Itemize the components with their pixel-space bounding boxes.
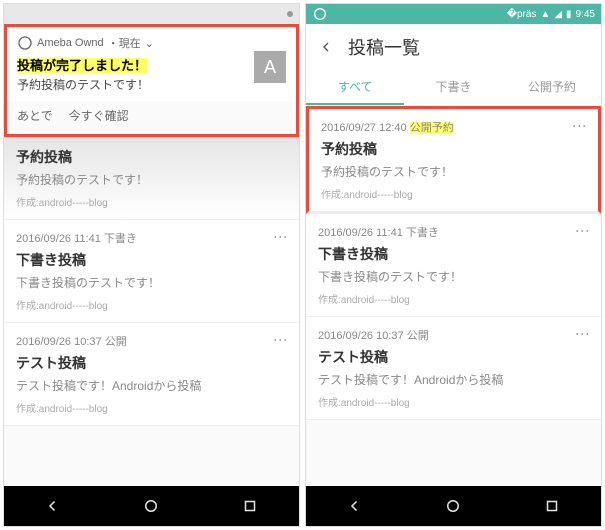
list-item[interactable]: 2016/09/26 10:37 公開 テスト投稿 テスト投稿です！Androi…	[4, 323, 299, 426]
wifi-icon: ▲	[540, 9, 550, 20]
list-item[interactable]: 2016/09/27 12:40 公開予約 予約投稿 予約投稿のテストです！ 作…	[306, 106, 601, 214]
post-body: 下書き投稿のテストです！	[318, 268, 589, 285]
action-now-button[interactable]: 今すぐ確認	[69, 107, 129, 124]
post-author: 作成:android-----blog	[318, 291, 589, 306]
post-body: 予約投稿のテストです！	[16, 171, 287, 188]
highlight-box-notification: Ameba Ownd ・現在 ⌄ 投稿が完了しました！ 予約投稿のテストです！ …	[4, 24, 299, 137]
tabs: すべて 下書き 公開予約	[306, 70, 601, 106]
status-tag: 下書き	[104, 233, 137, 245]
post-body: テスト投稿です！Androidから投稿	[318, 371, 589, 388]
list-item[interactable]: 2016/09/26 11:41 下書き 下書き投稿 下書き投稿のテストです！ …	[306, 214, 601, 317]
status-bar	[4, 4, 299, 24]
status-dot	[287, 11, 293, 17]
tab-all[interactable]: すべて	[306, 70, 404, 105]
notification-body: 予約投稿のテストです！	[17, 76, 286, 93]
status-tag: 下書き	[406, 227, 439, 239]
nav-home-icon[interactable]	[142, 497, 160, 515]
list-item[interactable]: 2016/09/26 10:37 公開 テスト投稿 テスト投稿です！Androi…	[306, 317, 601, 420]
overflow-icon[interactable]: ⋮	[572, 119, 588, 131]
post-author: 作成:android-----blog	[318, 394, 589, 409]
overflow-icon[interactable]: ⋮	[273, 230, 289, 242]
back-arrow-icon[interactable]	[318, 39, 334, 55]
post-title: 予約投稿	[321, 139, 586, 159]
post-list[interactable]: 2016/09/27 12:40 公開予約 予約投稿 予約投稿のテストです！ 作…	[306, 106, 601, 486]
post-body: 予約投稿のテストです！	[321, 163, 586, 180]
action-later-button[interactable]: あとで	[17, 107, 53, 124]
nav-recent-icon[interactable]	[241, 497, 259, 515]
list-item[interactable]: 予約投稿 予約投稿のテストです！ 作成:android-----blog	[4, 137, 299, 220]
post-meta: 2016/09/26 11:41 下書き	[318, 224, 589, 240]
status-time: 9:45	[576, 9, 595, 20]
signal-icon: ◢	[554, 9, 562, 20]
post-list[interactable]: 予約投稿 予約投稿のテストです！ 作成:android-----blog 201…	[4, 137, 299, 486]
phone-left: Ameba Ownd ・現在 ⌄ 投稿が完了しました！ 予約投稿のテストです！ …	[3, 3, 300, 527]
notification-actions: あとで 今すぐ確認	[7, 101, 296, 134]
status-tag: 公開予約	[410, 122, 454, 134]
phone-right: �präs ▲ ◢ ▮ 9:45 投稿一覧 すべて 下書き 公開予約 2016/…	[305, 3, 602, 527]
notification-title: 投稿が完了しました！	[17, 55, 286, 74]
status-bar: �präs ▲ ◢ ▮ 9:45	[306, 4, 601, 24]
post-title: 予約投稿	[16, 147, 287, 167]
post-meta: 2016/09/26 10:37 公開	[318, 327, 589, 343]
app-icon	[17, 35, 33, 51]
nav-home-icon[interactable]	[444, 497, 462, 515]
post-meta: 2016/09/26 10:37 公開	[16, 333, 287, 349]
post-title: 下書き投稿	[16, 250, 287, 270]
post-meta: 2016/09/27 12:40 公開予約	[321, 119, 586, 135]
post-body: テスト投稿です！Androidから投稿	[16, 377, 287, 394]
overflow-icon[interactable]: ⋮	[273, 333, 289, 345]
list-item[interactable]: 2016/09/26 11:41 下書き 下書き投稿 下書き投稿のテストです！ …	[4, 220, 299, 323]
android-navbar	[306, 486, 601, 526]
overflow-icon[interactable]: ⋮	[575, 224, 591, 236]
post-title: 下書き投稿	[318, 244, 589, 264]
overflow-icon[interactable]: ⋮	[575, 327, 591, 339]
notification-when: ・現在	[108, 35, 141, 51]
notification-card[interactable]: Ameba Ownd ・現在 ⌄ 投稿が完了しました！ 予約投稿のテストです！ …	[7, 27, 296, 101]
post-author: 作成:android-----blog	[321, 186, 586, 201]
chevron-down-icon[interactable]: ⌄	[145, 37, 154, 50]
nav-back-icon[interactable]	[346, 497, 364, 515]
android-navbar	[4, 486, 299, 526]
post-title: テスト投稿	[16, 353, 287, 373]
nav-recent-icon[interactable]	[543, 497, 561, 515]
page-title: 投稿一覧	[348, 34, 420, 60]
bluetooth-icon: �präs	[507, 9, 537, 20]
status-tag: 公開	[407, 330, 429, 342]
tab-scheduled[interactable]: 公開予約	[503, 70, 601, 105]
notification-thumbnail: A	[254, 51, 286, 83]
app-header: 投稿一覧	[306, 24, 601, 70]
post-body: 下書き投稿のテストです！	[16, 274, 287, 291]
notification-app: Ameba Ownd	[37, 37, 104, 49]
post-meta: 2016/09/26 11:41 下書き	[16, 230, 287, 246]
post-author: 作成:android-----blog	[16, 400, 287, 415]
status-tag: 公開	[105, 336, 127, 348]
post-author: 作成:android-----blog	[16, 297, 287, 312]
nav-back-icon[interactable]	[44, 497, 62, 515]
post-title: テスト投稿	[318, 347, 589, 367]
post-author: 作成:android-----blog	[16, 194, 287, 209]
battery-icon: ▮	[566, 9, 572, 20]
notification-header: Ameba Ownd ・現在 ⌄	[17, 35, 286, 51]
app-notif-icon	[312, 6, 328, 22]
tab-draft[interactable]: 下書き	[404, 70, 502, 105]
